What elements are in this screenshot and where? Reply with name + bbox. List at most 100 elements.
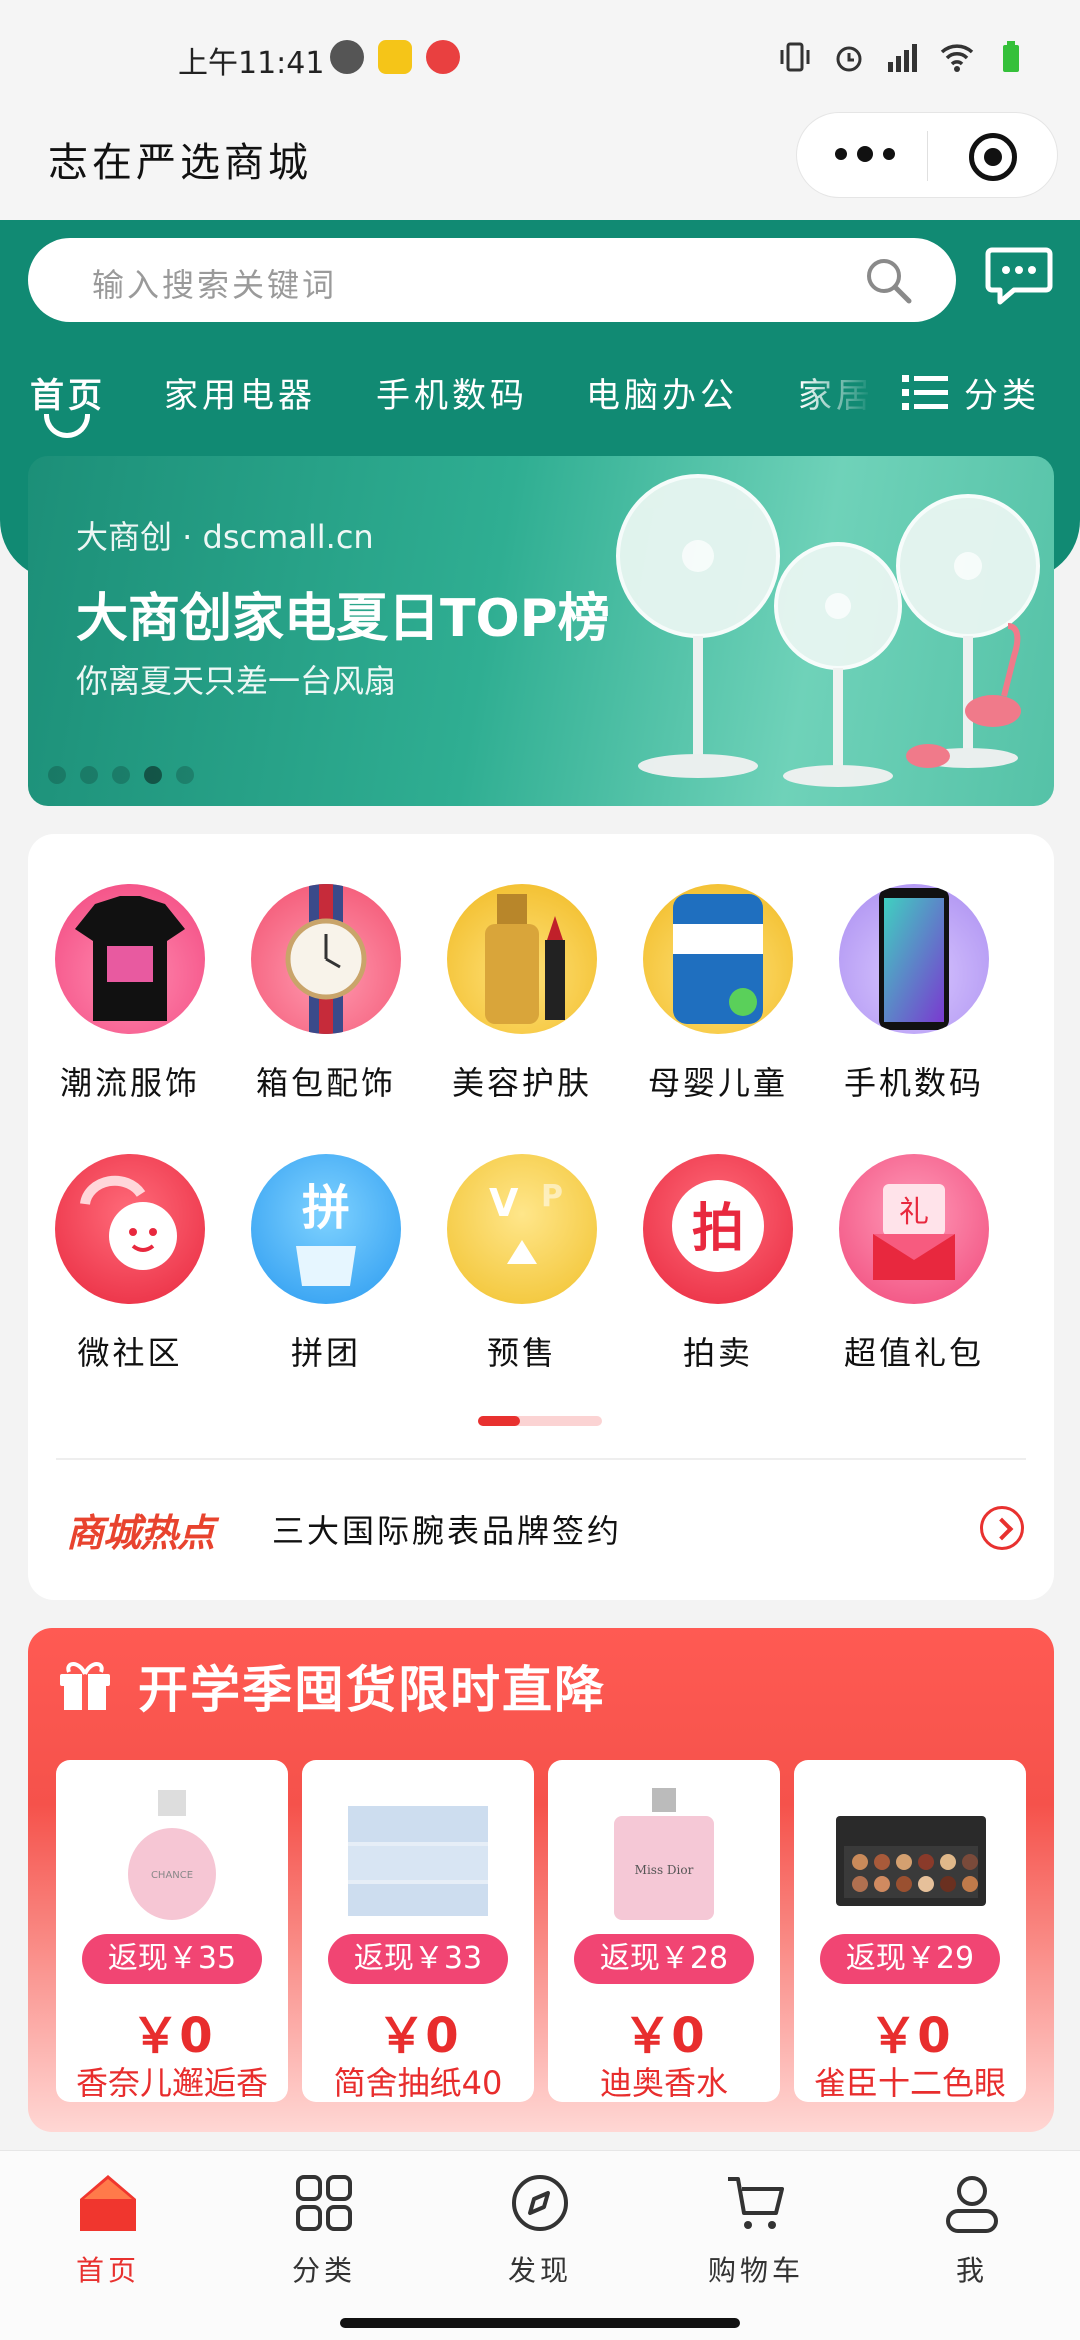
banner-brand: 大商创 · dscmall.cn	[76, 518, 374, 556]
nav-category[interactable]: 分类	[224, 2171, 424, 2289]
promo-title: 开学季囤货限时直降	[138, 1661, 606, 1719]
app-title: 志在严选商城	[48, 140, 312, 186]
svg-text:礼: 礼	[899, 1195, 929, 1230]
phone-icon	[839, 884, 989, 1034]
banner-dot[interactable]	[48, 766, 66, 784]
nav-discover[interactable]: 发现	[440, 2171, 640, 2289]
tshirt-icon	[55, 884, 205, 1034]
meituan-icon	[378, 40, 412, 74]
tab-appliances[interactable]: 家用电器	[164, 368, 316, 417]
signal-icon	[888, 44, 917, 72]
search-placeholder: 输入搜索关键词	[92, 266, 338, 304]
home-icon	[80, 2175, 136, 2231]
compass-icon	[512, 2175, 568, 2231]
product-card[interactable]: 返现￥29 ￥0 雀臣十二色眼	[794, 1760, 1026, 2102]
home-indicator[interactable]	[340, 2318, 740, 2328]
category-bags-accessories[interactable]: 箱包配饰	[236, 884, 416, 1104]
chevron-right-icon[interactable]	[980, 1506, 1024, 1550]
category-phones-digital[interactable]: 手机数码	[824, 884, 1004, 1104]
group-buy-icon: 拼	[251, 1154, 401, 1304]
status-bar: 上午11:41	[0, 0, 1080, 110]
cashback-badge: 返现￥29	[820, 1934, 1000, 1984]
nav-cart[interactable]: 购物车	[656, 2171, 856, 2289]
product-name: 香奈儿邂逅香	[75, 2064, 268, 2102]
product-price: ￥0	[623, 2008, 705, 2064]
category-community[interactable]: 微社区	[40, 1154, 220, 1374]
bottom-nav: 首页 分类 发现 购物车 我	[0, 2150, 1080, 2340]
svg-text:拼: 拼	[302, 1180, 350, 1236]
tab-home[interactable]: 首页	[30, 368, 106, 417]
list-icon	[902, 374, 948, 410]
message-icon[interactable]	[984, 244, 1054, 308]
banner-dot[interactable]	[176, 766, 194, 784]
banner-subtitle: 你离夏天只差一台风扇	[76, 662, 397, 700]
battery-icon	[1003, 41, 1019, 72]
svg-text:拍: 拍	[692, 1199, 744, 1259]
mini-program-capsule	[796, 112, 1058, 198]
watch-icon	[251, 884, 401, 1034]
mascot-icon	[426, 40, 460, 74]
grid-page-indicator	[478, 1416, 602, 1426]
product-name: 简舍抽纸40	[333, 2064, 503, 2102]
fan-illustration	[616, 474, 1040, 787]
grid-icon	[296, 2175, 352, 2231]
product-card[interactable]: 返现￥33 ￥0 简舍抽纸40	[302, 1760, 534, 2102]
banner-dot[interactable]	[112, 766, 130, 784]
banner-pagination	[48, 766, 194, 784]
tab-phones-digital[interactable]: 手机数码	[376, 368, 528, 417]
promo-banner[interactable]: 大商创 · dscmall.cn 大商创家电夏日TOP榜 你离夏天只差一台风扇	[28, 456, 1054, 806]
cosmetics-icon	[447, 884, 597, 1034]
category-fashion[interactable]: 潮流服饰	[40, 884, 220, 1104]
search-input[interactable]: 输入搜索关键词	[28, 238, 956, 322]
product-price: ￥0	[131, 2008, 213, 2064]
svg-text:V: V	[489, 1181, 519, 1225]
banner-dot-active[interactable]	[144, 766, 162, 784]
alarm-icon	[836, 46, 862, 72]
product-name: 迪奥香水	[599, 2064, 728, 2102]
category-beauty-skincare[interactable]: 美容护肤	[432, 884, 612, 1104]
category-button[interactable]: 分类	[902, 368, 1040, 417]
gift-icon	[60, 1662, 110, 1710]
category-grid-card: 潮流服饰 箱包配饰 美容护肤 母婴儿童 手机数码 微社区 拼 拼团 V P 预售…	[28, 834, 1054, 1600]
wifi-icon	[940, 44, 974, 72]
eyeshadow-image	[836, 1816, 986, 1906]
product-card[interactable]: Miss Dior 返现￥28 ￥0 迪奥香水	[548, 1760, 780, 2102]
milk-powder-icon	[643, 884, 793, 1034]
cashback-badge: 返现￥33	[328, 1934, 508, 1984]
user-icon	[946, 2176, 998, 2233]
nav-home[interactable]: 首页	[8, 2171, 208, 2289]
presale-icon: VP	[447, 1154, 597, 1304]
more-button[interactable]	[835, 139, 895, 169]
cashback-badge: 返现￥28	[574, 1934, 754, 1984]
search-icon[interactable]	[862, 254, 916, 308]
hot-news-text[interactable]: 三大国际腕表品牌签约	[272, 1506, 622, 1552]
svg-text:CHANCE: CHANCE	[151, 1870, 193, 1881]
gift-pack-icon: 礼	[839, 1154, 989, 1304]
nav-me[interactable]: 我	[872, 2171, 1072, 2289]
product-name: 雀臣十二色眼	[813, 2064, 1006, 2102]
category-presale[interactable]: VP 预售	[432, 1154, 612, 1374]
product-price: ￥0	[869, 2008, 951, 2064]
vibrate-icon	[780, 42, 810, 72]
category-tabs: 首页 家用电器 手机数码 电脑办公 家居 分类	[0, 360, 1080, 440]
hot-news-logo: 商城热点	[66, 1511, 215, 1555]
app-header: 志在严选商城	[0, 110, 1080, 220]
cart-icon	[728, 2177, 784, 2229]
tissue-image	[348, 1806, 488, 1916]
category-gift-pack[interactable]: 礼 超值礼包	[824, 1154, 1004, 1374]
cashback-badge: 返现￥35	[82, 1934, 262, 1984]
category-group-buy[interactable]: 拼 拼团	[236, 1154, 416, 1374]
auction-icon: 拍	[643, 1154, 793, 1304]
category-auction[interactable]: 拍 拍卖	[628, 1154, 808, 1374]
tab-computer-office[interactable]: 电脑办公	[586, 368, 738, 417]
close-mini-program-button[interactable]	[969, 133, 1017, 181]
perfume-image: CHANCE	[128, 1790, 216, 1920]
promo-section: 开学季囤货限时直降 CHANCE 返现￥35 ￥0 香奈儿邂逅香 返现￥33 ￥…	[28, 1628, 1054, 2132]
chat-icon	[55, 1154, 205, 1304]
svg-text:P: P	[541, 1179, 563, 1214]
product-list: CHANCE 返现￥35 ￥0 香奈儿邂逅香 返现￥33 ￥0 简舍抽纸40 M…	[56, 1760, 1026, 2108]
product-card[interactable]: CHANCE 返现￥35 ￥0 香奈儿邂逅香	[56, 1760, 288, 2102]
banner-dot[interactable]	[80, 766, 98, 784]
svg-text:Miss Dior: Miss Dior	[635, 1863, 694, 1877]
category-mother-baby[interactable]: 母婴儿童	[628, 884, 808, 1104]
